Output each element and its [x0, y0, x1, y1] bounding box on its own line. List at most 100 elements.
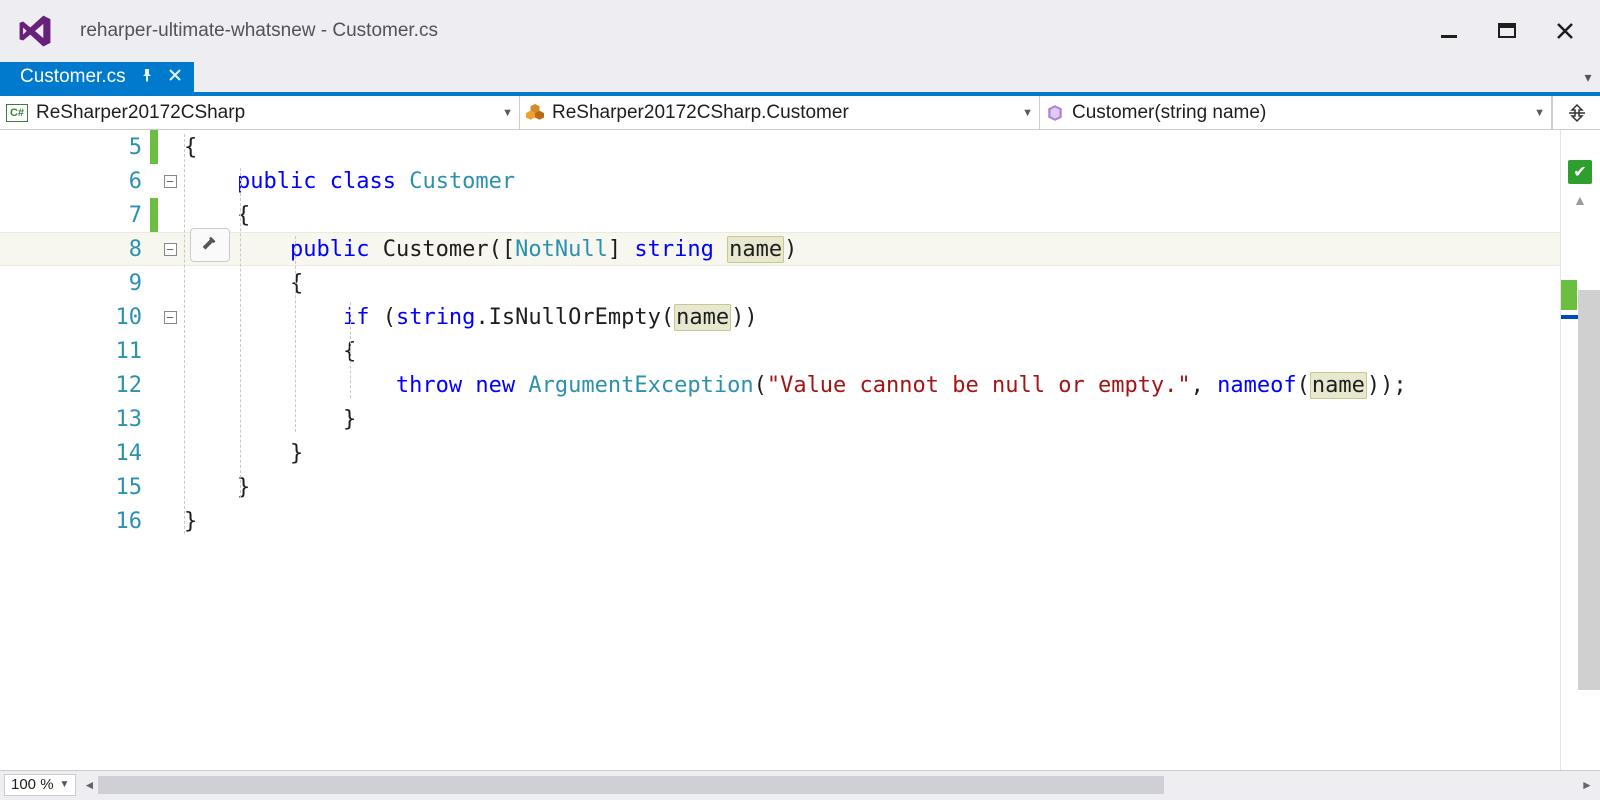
split-editor-button[interactable]: [1552, 96, 1600, 129]
visual-studio-icon: [16, 12, 54, 50]
fold-toggle[interactable]: −: [158, 243, 182, 256]
class-icon: [526, 104, 544, 122]
change-indicator: [150, 368, 158, 402]
code-line[interactable]: 16}: [0, 504, 1560, 538]
analysis-ok-icon: ✔: [1568, 160, 1592, 184]
line-number: 8: [0, 237, 150, 262]
code-line[interactable]: 10 − if (string.IsNullOrEmpty(name)): [0, 300, 1560, 334]
code-line[interactable]: 6 − public class Customer: [0, 164, 1560, 198]
change-marker[interactable]: [1561, 280, 1577, 310]
chevron-down-icon: ▼: [60, 779, 70, 790]
method-icon: [1046, 104, 1064, 122]
code-line[interactable]: 12 throw new ArgumentException("Value ca…: [0, 368, 1560, 402]
chevron-down-icon: ▼: [1022, 107, 1033, 119]
horizontal-scrollbar[interactable]: ◄ ►: [80, 776, 1596, 794]
code-text[interactable]: {: [182, 271, 1560, 296]
line-number: 10: [0, 305, 150, 330]
line-number: 11: [0, 339, 150, 364]
indent-guide: [295, 236, 296, 432]
scroll-right-arrow-icon[interactable]: ►: [1578, 778, 1596, 792]
member-selector[interactable]: Customer(string name) ▼: [1040, 96, 1552, 129]
line-number: 12: [0, 373, 150, 398]
class-selector[interactable]: ReSharper20172CSharp.Customer ▼: [520, 96, 1040, 129]
chevron-down-icon: ▼: [502, 107, 513, 119]
scroll-left-arrow-icon[interactable]: ◄: [80, 778, 98, 792]
code-line[interactable]: 15 }: [0, 470, 1560, 504]
line-number: 13: [0, 407, 150, 432]
change-indicator: [150, 402, 158, 436]
change-indicator: [150, 300, 158, 334]
zoom-value: 100 %: [11, 776, 54, 793]
navigation-bar: C# ReSharper20172CSharp ▼ ReSharper20172…: [0, 96, 1600, 130]
line-number: 16: [0, 509, 150, 534]
code-line[interactable]: 9 {: [0, 266, 1560, 300]
code-text[interactable]: }: [182, 475, 1560, 500]
namespace-selector[interactable]: C# ReSharper20172CSharp ▼: [0, 96, 520, 129]
close-button[interactable]: [1552, 18, 1578, 44]
change-indicator: [150, 334, 158, 368]
zoom-selector[interactable]: 100 % ▼: [4, 774, 76, 796]
fold-toggle[interactable]: −: [158, 175, 182, 188]
class-label: ReSharper20172CSharp.Customer: [552, 102, 849, 124]
member-label: Customer(string name): [1072, 102, 1266, 124]
maximize-button[interactable]: [1494, 18, 1520, 44]
code-line[interactable]: 8 − public Customer([NotNull] string name…: [0, 232, 1560, 266]
minimize-button[interactable]: [1436, 18, 1462, 44]
tab-label: Customer.cs: [20, 66, 126, 88]
tab-overflow-chevron-icon[interactable]: ▾: [1576, 62, 1600, 92]
namespace-label: ReSharper20172CSharp: [36, 102, 245, 124]
code-text[interactable]: {: [182, 135, 1560, 160]
chevron-down-icon: ▼: [1534, 107, 1545, 119]
line-number: 9: [0, 271, 150, 296]
code-text[interactable]: public Customer([NotNull] string name): [182, 237, 1560, 262]
title-bar: reharper-ultimate-whatsnew - Customer.cs: [0, 0, 1600, 62]
change-indicator: [150, 130, 158, 164]
quick-action-hammer-icon[interactable]: [190, 228, 230, 262]
code-line[interactable]: 5{: [0, 130, 1560, 164]
csharp-file-icon: C#: [6, 104, 28, 122]
document-tab-strip: Customer.cs ▾: [0, 62, 1600, 96]
line-number: 14: [0, 441, 150, 466]
error-stripe[interactable]: ✔ ▲: [1560, 130, 1600, 770]
code-text[interactable]: throw new ArgumentException("Value canno…: [182, 373, 1560, 398]
change-indicator: [150, 436, 158, 470]
change-indicator: [150, 504, 158, 538]
pin-icon[interactable]: [140, 66, 154, 88]
window-title: reharper-ultimate-whatsnew - Customer.cs: [80, 20, 1436, 42]
vertical-scroll-thumb[interactable]: [1578, 290, 1600, 690]
change-indicator: [150, 232, 158, 266]
code-line[interactable]: 14 }: [0, 436, 1560, 470]
editor-footer: 100 % ▼ ◄ ►: [0, 770, 1600, 798]
code-line[interactable]: 11 {: [0, 334, 1560, 368]
code-text[interactable]: }: [182, 407, 1560, 432]
code-editor[interactable]: 5{6− public class Customer7 {8− public C…: [0, 130, 1600, 770]
code-text[interactable]: {: [182, 203, 1560, 228]
code-text[interactable]: }: [182, 441, 1560, 466]
fold-minus-icon: −: [164, 243, 177, 256]
scroll-track[interactable]: [98, 776, 1578, 794]
code-text[interactable]: }: [182, 509, 1560, 534]
change-indicator: [150, 198, 158, 232]
code-line[interactable]: 13 }: [0, 402, 1560, 436]
code-text[interactable]: {: [182, 339, 1560, 364]
fold-toggle[interactable]: −: [158, 311, 182, 324]
change-indicator: [150, 164, 158, 198]
close-tab-icon[interactable]: [168, 66, 182, 88]
document-tab-customer[interactable]: Customer.cs: [0, 62, 194, 92]
horizontal-scroll-thumb[interactable]: [98, 776, 1163, 794]
change-indicator: [150, 470, 158, 504]
indent-guide: [240, 168, 241, 498]
indent-guide: [184, 134, 185, 534]
fold-minus-icon: −: [164, 311, 177, 324]
fold-minus-icon: −: [164, 175, 177, 188]
code-text[interactable]: if (string.IsNullOrEmpty(name)): [182, 305, 1560, 330]
code-line[interactable]: 7 {: [0, 198, 1560, 232]
line-number: 5: [0, 135, 150, 160]
line-number: 15: [0, 475, 150, 500]
line-number: 6: [0, 169, 150, 194]
change-indicator: [150, 266, 158, 300]
scroll-up-arrow-icon[interactable]: ▲: [1573, 192, 1587, 208]
code-text[interactable]: public class Customer: [182, 169, 1560, 194]
indent-guide: [350, 302, 351, 398]
line-number: 7: [0, 203, 150, 228]
